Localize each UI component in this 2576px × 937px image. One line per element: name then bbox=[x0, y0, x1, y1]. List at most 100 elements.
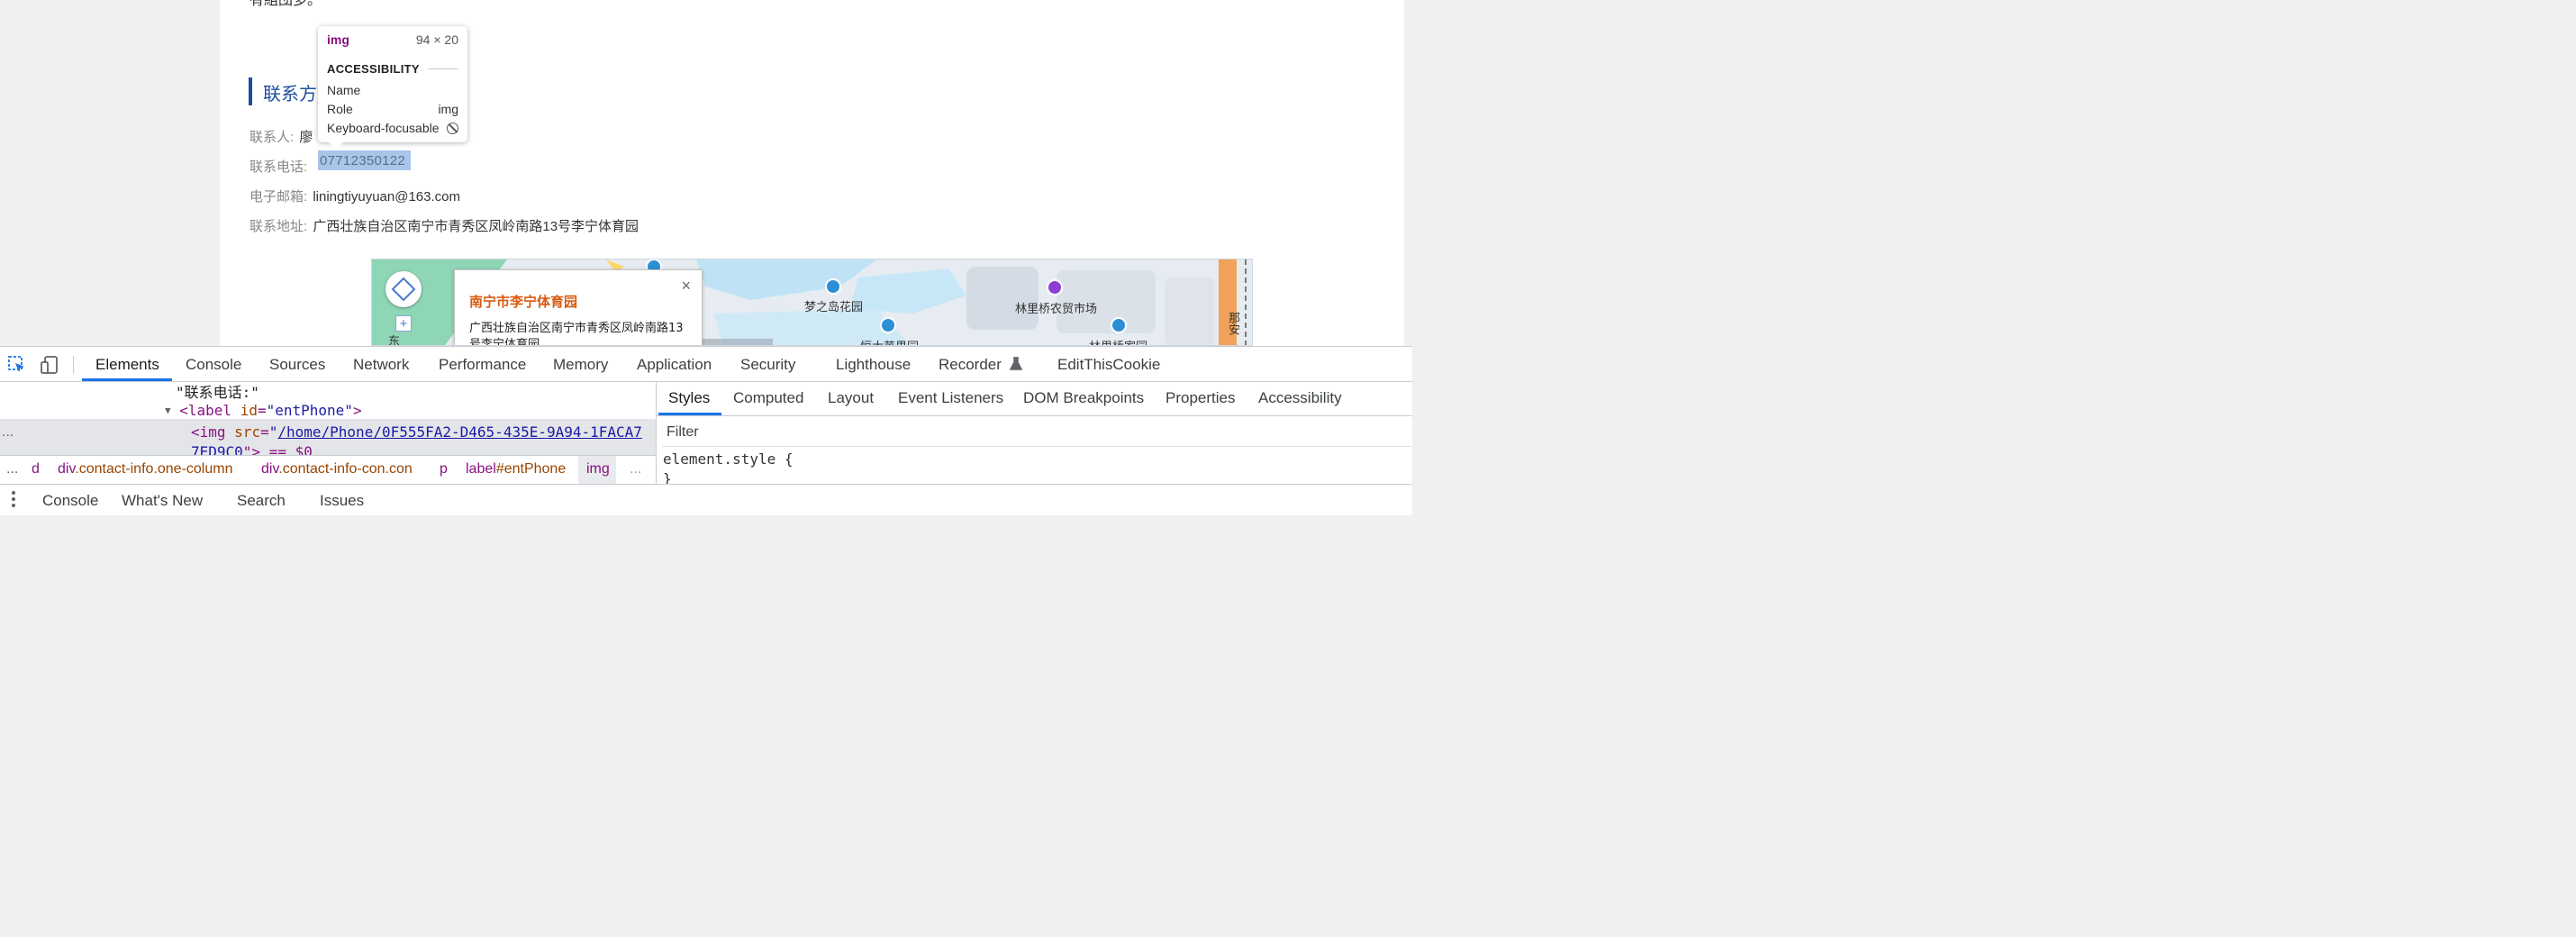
tab-sources[interactable]: Sources bbox=[269, 356, 325, 374]
contact-person-row: 联系人: 廖 bbox=[249, 127, 313, 146]
contact-address-row: 联系地址: 广西壮族自治区南宁市青秀区凤岭南路13号李宁体育园 bbox=[249, 216, 639, 235]
tab-memory[interactable]: Memory bbox=[553, 356, 608, 374]
map-label: 东 bbox=[388, 335, 401, 346]
tooltip-key: Name bbox=[327, 83, 361, 97]
tab-accessibility[interactable]: Accessibility bbox=[1258, 389, 1342, 407]
breadcrumb-item[interactable]: p bbox=[440, 461, 448, 478]
map-label: 梦之岛花园 bbox=[804, 301, 864, 314]
breadcrumb-more-right[interactable]: ... bbox=[630, 461, 641, 478]
tooltip-row-role: Role img bbox=[327, 102, 458, 116]
tab-recorder[interactable]: Recorder bbox=[939, 356, 1022, 374]
pan-arrows-icon bbox=[391, 277, 416, 302]
contact-email-label: 电子邮箱: bbox=[249, 189, 308, 205]
dom-src-link[interactable]: 7ED9C0 bbox=[191, 443, 243, 455]
dom-img-node-cont[interactable]: 7ED9C0"> == $0 bbox=[191, 443, 313, 455]
element-style-rule[interactable]: element.style { bbox=[663, 450, 794, 468]
poi-marker-icon[interactable] bbox=[1111, 317, 1127, 333]
contact-phone-label: 联系电话: bbox=[249, 159, 308, 175]
map-label: 那安 bbox=[1226, 312, 1239, 335]
tab-performance[interactable]: Performance bbox=[439, 356, 526, 374]
poi-marker-icon[interactable] bbox=[880, 317, 896, 333]
breadcrumb-more-left[interactable]: ... bbox=[6, 461, 18, 478]
tab-elements[interactable]: Elements bbox=[95, 356, 159, 374]
tab-event-listeners[interactable]: Event Listeners bbox=[898, 389, 1003, 407]
divider bbox=[428, 68, 458, 69]
contact-address-label: 联系地址: bbox=[249, 219, 308, 234]
map-label: 恒大苹果园 bbox=[860, 337, 919, 345]
info-window-title: 南宁市李宁体育园 bbox=[469, 294, 578, 310]
dom-tree[interactable]: "联系电话:" ▼ <label id="entPhone"> ... <img… bbox=[0, 382, 656, 455]
breadcrumb-item[interactable]: div.contact-info.one-column bbox=[58, 461, 232, 478]
dom-img-node[interactable]: <img src="/home/Phone/0F555FA2-D465-435E… bbox=[191, 423, 642, 441]
clipped-text: 有組団多。 bbox=[249, 0, 322, 8]
tooltip-row-name: Name bbox=[327, 83, 458, 97]
drawer-tab-console[interactable]: Console bbox=[42, 492, 98, 510]
tab-computed[interactable]: Computed bbox=[733, 389, 803, 407]
tooltip-size: 94 × 20 bbox=[415, 32, 458, 47]
drawer-tab-search[interactable]: Search bbox=[237, 492, 286, 510]
contact-person-label: 联系人: bbox=[249, 130, 295, 145]
map-pan-control[interactable] bbox=[385, 271, 422, 307]
inspect-tooltip: img 94 × 20 ACCESSIBILITY Name Role img … bbox=[318, 26, 467, 150]
drawer-menu-icon[interactable] bbox=[12, 491, 17, 510]
contact-email-value: liningtiyuyuan@163.com bbox=[313, 189, 460, 205]
tab-recorder-label: Recorder bbox=[939, 356, 1002, 373]
contact-address-value: 广西壮族自治区南宁市青秀区凤岭南路13号李宁体育园 bbox=[313, 219, 639, 234]
dom-label-node[interactable]: ▼ <label id="entPhone"> bbox=[165, 402, 362, 419]
breadcrumb-item[interactable]: d bbox=[32, 461, 40, 478]
divider bbox=[657, 415, 1412, 416]
map-label: 林里桥家园 bbox=[1089, 337, 1147, 345]
breadcrumb: ... d div.contact-info.one-column div.co… bbox=[0, 455, 656, 485]
devtools-panel: Elements Console Sources Network Perform… bbox=[0, 346, 1412, 515]
tab-console[interactable]: Console bbox=[186, 356, 241, 374]
poi-marker-icon[interactable] bbox=[825, 278, 841, 295]
node-actions-dots[interactable]: ... bbox=[2, 424, 14, 441]
tab-application[interactable]: Application bbox=[637, 356, 712, 374]
dom-attr-value: "entPhone" bbox=[266, 402, 353, 419]
web-page: 有組団多。 联系方式 联系人: 廖 联系电话: 07712350122 电子邮箱… bbox=[0, 0, 1412, 346]
dom-src-link[interactable]: /home/Phone/0F555FA2-D465-435E-9A94-1FAC… bbox=[277, 423, 642, 441]
not-focusable-icon bbox=[447, 121, 458, 135]
drawer-tab-whats-new[interactable]: What's New bbox=[122, 492, 203, 510]
inspect-element-icon[interactable] bbox=[7, 355, 27, 375]
devtools-drawer: Console What's New Search Issues bbox=[0, 484, 1412, 515]
breadcrumb-item-selected[interactable]: img bbox=[586, 461, 610, 478]
section-accent-bar bbox=[249, 77, 252, 105]
tooltip-tag-name: img bbox=[327, 32, 349, 47]
tab-network[interactable]: Network bbox=[353, 356, 409, 374]
tooltip-section-heading: ACCESSIBILITY bbox=[327, 62, 420, 76]
zoom-in-button[interactable]: + bbox=[395, 315, 412, 332]
dom-text-node[interactable]: "联系电话:" bbox=[176, 382, 259, 402]
close-icon[interactable]: × bbox=[681, 277, 691, 296]
flask-icon bbox=[1009, 357, 1022, 370]
contact-email-row: 电子邮箱: liningtiyuyuan@163.com bbox=[249, 186, 460, 205]
contact-phone-image[interactable]: 07712350122 bbox=[320, 153, 405, 168]
tab-layout[interactable]: Layout bbox=[828, 389, 874, 407]
styles-pane: Styles Computed Layout Event Listeners D… bbox=[657, 382, 1412, 487]
dom-tag-close: "> == $0 bbox=[242, 443, 313, 455]
devtools-tabbar: Elements Console Sources Network Perform… bbox=[0, 347, 1412, 382]
device-toolbar-icon[interactable] bbox=[40, 355, 59, 375]
breadcrumb-item[interactable]: label#entPhone bbox=[466, 461, 566, 478]
tab-security[interactable]: Security bbox=[740, 356, 795, 374]
tab-lighthouse[interactable]: Lighthouse bbox=[836, 356, 911, 374]
expand-triangle-icon[interactable]: ▼ bbox=[165, 405, 171, 416]
tab-styles[interactable]: Styles bbox=[668, 389, 710, 407]
breadcrumb-item[interactable]: div.contact-info-con.con bbox=[261, 461, 413, 478]
tab-properties[interactable]: Properties bbox=[1166, 389, 1235, 407]
active-tab-indicator bbox=[82, 378, 172, 381]
map[interactable]: 梦之岛花园 林里桥农贸市场 恒大苹果园 林里桥家园 那安 东 + × 南宁市李宁… bbox=[371, 259, 1253, 346]
dom-tag: <img bbox=[191, 423, 226, 441]
info-window-address: 广西壮族自治区南宁市青秀区凤岭南路13号李宁体育园 bbox=[469, 322, 684, 346]
tab-dom-breakpoints[interactable]: DOM Breakpoints bbox=[1023, 389, 1144, 407]
contact-phone-row: 联系电话: bbox=[249, 157, 307, 176]
tooltip-value: img bbox=[438, 102, 458, 116]
tooltip-key: Role bbox=[327, 102, 353, 116]
dom-tag: <label bbox=[179, 402, 232, 419]
map-info-window: × 南宁市李宁体育园 广西壮族自治区南宁市青秀区凤岭南路13号李宁体育园 bbox=[454, 269, 703, 346]
tab-editthiscookie[interactable]: EditThisCookie bbox=[1057, 356, 1160, 374]
styles-filter-input[interactable]: Filter bbox=[662, 419, 1411, 447]
poi-marker-icon[interactable] bbox=[1047, 279, 1063, 296]
drawer-tab-issues[interactable]: Issues bbox=[320, 492, 364, 510]
tooltip-row-focusable: Keyboard-focusable bbox=[327, 121, 458, 135]
